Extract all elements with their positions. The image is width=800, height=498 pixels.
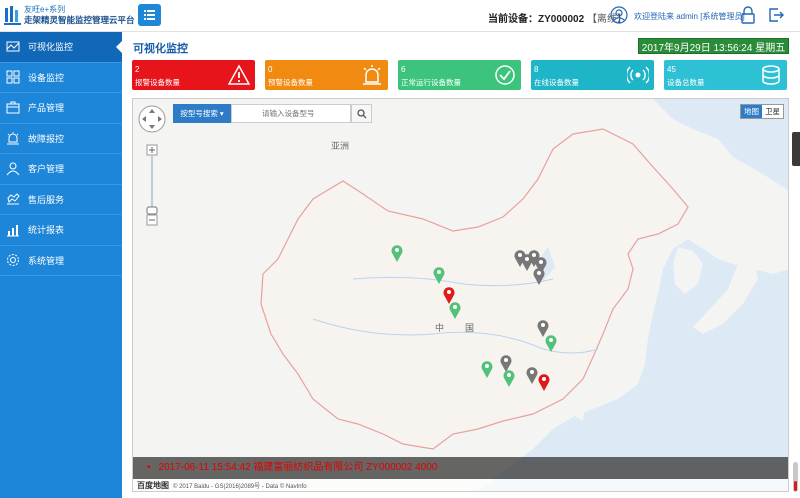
brand-line1: 友旺e+系列 xyxy=(24,5,66,14)
search-type-select[interactable]: 按型号搜索 ▾ xyxy=(173,104,231,123)
device-pin-normal[interactable] xyxy=(481,360,493,378)
user-icon[interactable] xyxy=(610,6,628,24)
side-panel-tab[interactable] xyxy=(792,132,800,166)
alarm-icon xyxy=(7,132,19,145)
card-count: 0 xyxy=(268,65,273,74)
brand: 友旺e+系列 走架精灵智能监控管理云平台 xyxy=(24,4,135,26)
copyright-text: © 2017 Baidu - GS(2016)2089号 - Data © Na… xyxy=(173,483,307,490)
region-label: 亚洲 xyxy=(331,141,350,151)
card-label: 预警设备数量 xyxy=(268,78,313,87)
sidebar-item-label: 客户管理 xyxy=(28,164,65,175)
card-label: 报警设备数量 xyxy=(135,78,180,87)
card-count: 6 xyxy=(401,65,406,74)
sidebar-item-label: 售后服务 xyxy=(28,194,65,205)
device-pin-normal[interactable] xyxy=(449,301,461,319)
thermometer-icon xyxy=(793,462,798,492)
page-title: 可视化监控 xyxy=(133,43,188,55)
map-zoom-control[interactable] xyxy=(137,103,167,233)
welcome-text[interactable]: 欢迎登陆来 admin [系统管理员] xyxy=(634,11,745,22)
device-pin-alarm[interactable] xyxy=(538,373,550,391)
warning-icon xyxy=(228,64,250,85)
device-pin-normal[interactable] xyxy=(545,334,557,352)
menu-toggle-button[interactable] xyxy=(138,4,161,26)
siren-icon xyxy=(363,65,381,85)
map-copyright: 百度地图 © 2017 Baidu - GS(2016)2089号 - Data… xyxy=(133,479,788,491)
device-pin-offline[interactable] xyxy=(533,267,545,285)
stat-card-alarm[interactable]: 2 报警设备数量 xyxy=(132,60,255,90)
stat-card-warning[interactable]: 0 预警设备数量 xyxy=(265,60,388,90)
card-count: 2 xyxy=(135,65,140,74)
card-label: 正常运行设备数量 xyxy=(401,78,461,87)
service-icon xyxy=(7,193,20,205)
settings-icon xyxy=(7,254,19,267)
chevron-down-icon: ▾ xyxy=(219,109,224,118)
top-bar: 友旺e+系列 走架精灵智能监控管理云平台 当前设备：ZY000002 【离线】 … xyxy=(0,0,800,32)
stat-card-normal[interactable]: 6 正常运行设备数量 xyxy=(398,60,521,90)
search-type-label: 按型号搜索 xyxy=(180,109,218,118)
person-icon xyxy=(6,162,20,176)
sidebar-item-customer[interactable]: 客户管理 xyxy=(0,154,122,185)
device-pin-normal[interactable] xyxy=(503,369,515,387)
sidebar-item-product[interactable]: 产品管理 xyxy=(0,93,122,124)
sidebar-item-label: 产品管理 xyxy=(28,103,65,114)
sidebar-item-label: 统计报表 xyxy=(28,225,65,236)
card-label: 在线设备数量 xyxy=(534,78,579,87)
device-grid-icon xyxy=(6,70,20,84)
country-label: 国 xyxy=(465,323,475,333)
stat-card-total[interactable]: 45 设备总数量 xyxy=(664,60,787,90)
sidebar-item-label: 系统管理 xyxy=(28,255,65,266)
map-canvas[interactable] xyxy=(133,99,789,492)
brand-line2: 走架精灵智能监控管理云平台 xyxy=(24,15,135,25)
device-label: 当前设备：ZY000002 xyxy=(488,14,585,25)
stat-card-online[interactable]: 8 在线设备数量 xyxy=(531,60,654,90)
country-label: 中 xyxy=(435,323,445,333)
menu-icon xyxy=(144,10,155,20)
search-button[interactable] xyxy=(351,104,372,123)
search-icon xyxy=(356,108,366,118)
sidebar-item-device-monitor[interactable]: 设备监控 xyxy=(0,63,122,93)
monitor-icon xyxy=(6,41,20,52)
lock-icon[interactable] xyxy=(740,6,756,24)
alarm-ticker[interactable]: 2017-06-11 15:54:42 福建富丽纺织品有限公司 ZY000002… xyxy=(133,457,788,479)
device-search-input[interactable] xyxy=(231,104,351,123)
sidebar-item-stats[interactable]: 统计报表 xyxy=(0,215,122,246)
card-count: 45 xyxy=(667,65,676,74)
product-icon xyxy=(6,101,20,114)
sidebar-item-fault[interactable]: 故障报控 xyxy=(0,124,122,154)
current-device: 当前设备：ZY000002 【离线】 xyxy=(488,10,627,25)
signal-icon xyxy=(627,66,649,84)
logo-icon xyxy=(4,6,21,25)
map-view[interactable]: 亚洲 中 国 按型号搜索▾ 地图 卫星 2017-06-11 15:54:42 … xyxy=(132,98,789,492)
sidebar-item-label: 故障报控 xyxy=(28,133,65,144)
map-type-switch: 地图 卫星 xyxy=(740,104,784,119)
device-pin-offline[interactable] xyxy=(526,366,538,384)
map-type-satellite[interactable]: 卫星 xyxy=(762,105,783,118)
sidebar-item-label: 可视化监控 xyxy=(28,42,74,53)
database-icon xyxy=(762,65,780,85)
check-circle-icon xyxy=(495,65,515,85)
clock: 2017年9月29日 13:56:24 星期五 xyxy=(638,38,789,54)
map-type-normal[interactable]: 地图 xyxy=(741,105,762,118)
card-label: 设备总数量 xyxy=(667,78,705,87)
land-korea xyxy=(673,247,703,294)
baidu-logo: 百度地图 xyxy=(137,480,169,490)
card-count: 8 xyxy=(534,65,539,74)
sidebar-item-label: 设备监控 xyxy=(28,72,65,83)
device-pin-normal[interactable] xyxy=(433,266,445,284)
sidebar-item-visual-monitor[interactable]: 可视化监控 xyxy=(0,32,123,63)
sidebar-item-system[interactable]: 系统管理 xyxy=(0,246,122,276)
sidebar-item-aftersales[interactable]: 售后服务 xyxy=(0,185,122,215)
device-pin-normal[interactable] xyxy=(391,244,403,262)
logout-icon[interactable] xyxy=(767,6,785,24)
chart-icon xyxy=(7,224,19,237)
sidebar: 可视化监控 设备监控 产品管理 故障报控 客户管理 售后服务 统计报表 系统管理 xyxy=(0,32,123,498)
